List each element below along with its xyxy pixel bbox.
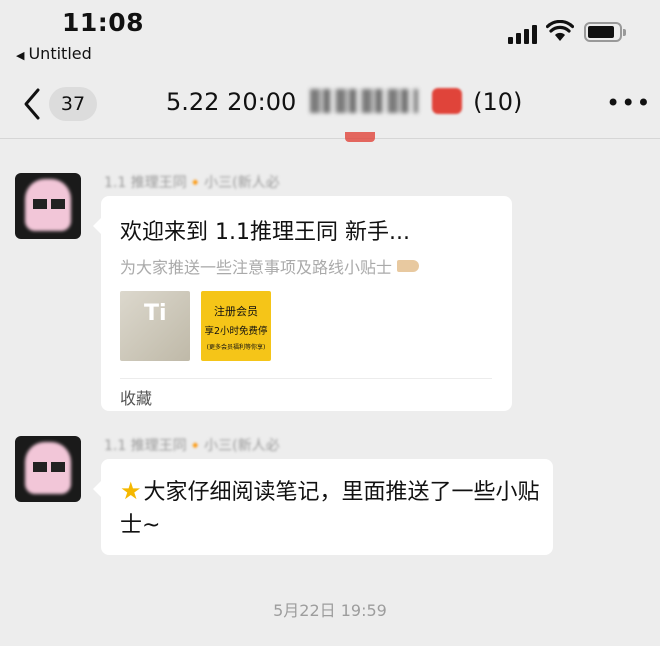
nav-divider (0, 138, 660, 139)
message-text: ★大家仔细阅读笔记，里面推送了一些小贴士~ (120, 475, 540, 542)
promo-line-1: 注册会员 (214, 305, 258, 318)
note-card-title: 欢迎来到 1.1推理王同 新手... (120, 220, 410, 245)
chat-title-time: 5.22 20:00 (166, 88, 297, 116)
back-to-app-link[interactable]: ◀ Untitled (16, 44, 92, 63)
battery-icon (584, 22, 626, 42)
avatar[interactable] (15, 173, 81, 239)
tag-icon (397, 260, 420, 272)
card-divider (120, 378, 492, 379)
chat-title[interactable]: 5.22 20:00 (10) (166, 88, 522, 116)
note-card-bubble[interactable]: 欢迎来到 1.1推理王同 新手... 为大家推送一些注意事项及路线小贴士 Ti … (93, 196, 512, 411)
sender-name: 1.1 推理王同🔸小三(新人必 (104, 438, 280, 454)
back-chevron-icon[interactable] (20, 86, 50, 122)
message-timestamp: 5月22日 19:59 (273, 601, 387, 620)
thumbnail-logo-text: Ti (144, 301, 167, 326)
text-message-bubble[interactable]: ★大家仔细阅读笔记，里面推送了一些小贴士~ (93, 459, 553, 555)
more-horizontal-icon[interactable]: ••• (606, 91, 651, 115)
unread-count-badge[interactable]: 37 (49, 87, 97, 121)
note-thumbnail-promo: 注册会员 享2小时免费停 (更多会员福利等你享) (201, 291, 271, 361)
avatar[interactable] (15, 436, 81, 502)
note-thumbnail-image: Ti (120, 291, 190, 361)
note-card-subtitle-text: 为大家推送一些注意事项及路线小贴士 (120, 258, 393, 277)
status-time: 11:08 (62, 8, 145, 37)
chat-member-count: (10) (473, 88, 523, 116)
note-card-subtitle: 为大家推送一些注意事项及路线小贴士 (120, 254, 420, 278)
star-icon: ★ (120, 477, 142, 505)
sender-name: 1.1 推理王同🔸小三(新人必 (104, 175, 280, 191)
back-app-label: Untitled (28, 44, 92, 63)
message-text-body: 大家仔细阅读笔记，里面推送了一些小贴士~ (120, 480, 540, 538)
promo-line-2: 享2小时免费停 (204, 326, 268, 337)
promo-line-3: (更多会员福利等你享) (206, 344, 266, 351)
back-triangle-icon: ◀ (16, 49, 25, 62)
card-source-label: 收藏 (120, 389, 153, 408)
redacted-title-text (309, 89, 418, 113)
wifi-icon (546, 20, 574, 41)
scrolled-content-edge (345, 132, 375, 142)
cellular-signal-icon (508, 24, 538, 44)
redacted-red-emoji (431, 88, 462, 114)
